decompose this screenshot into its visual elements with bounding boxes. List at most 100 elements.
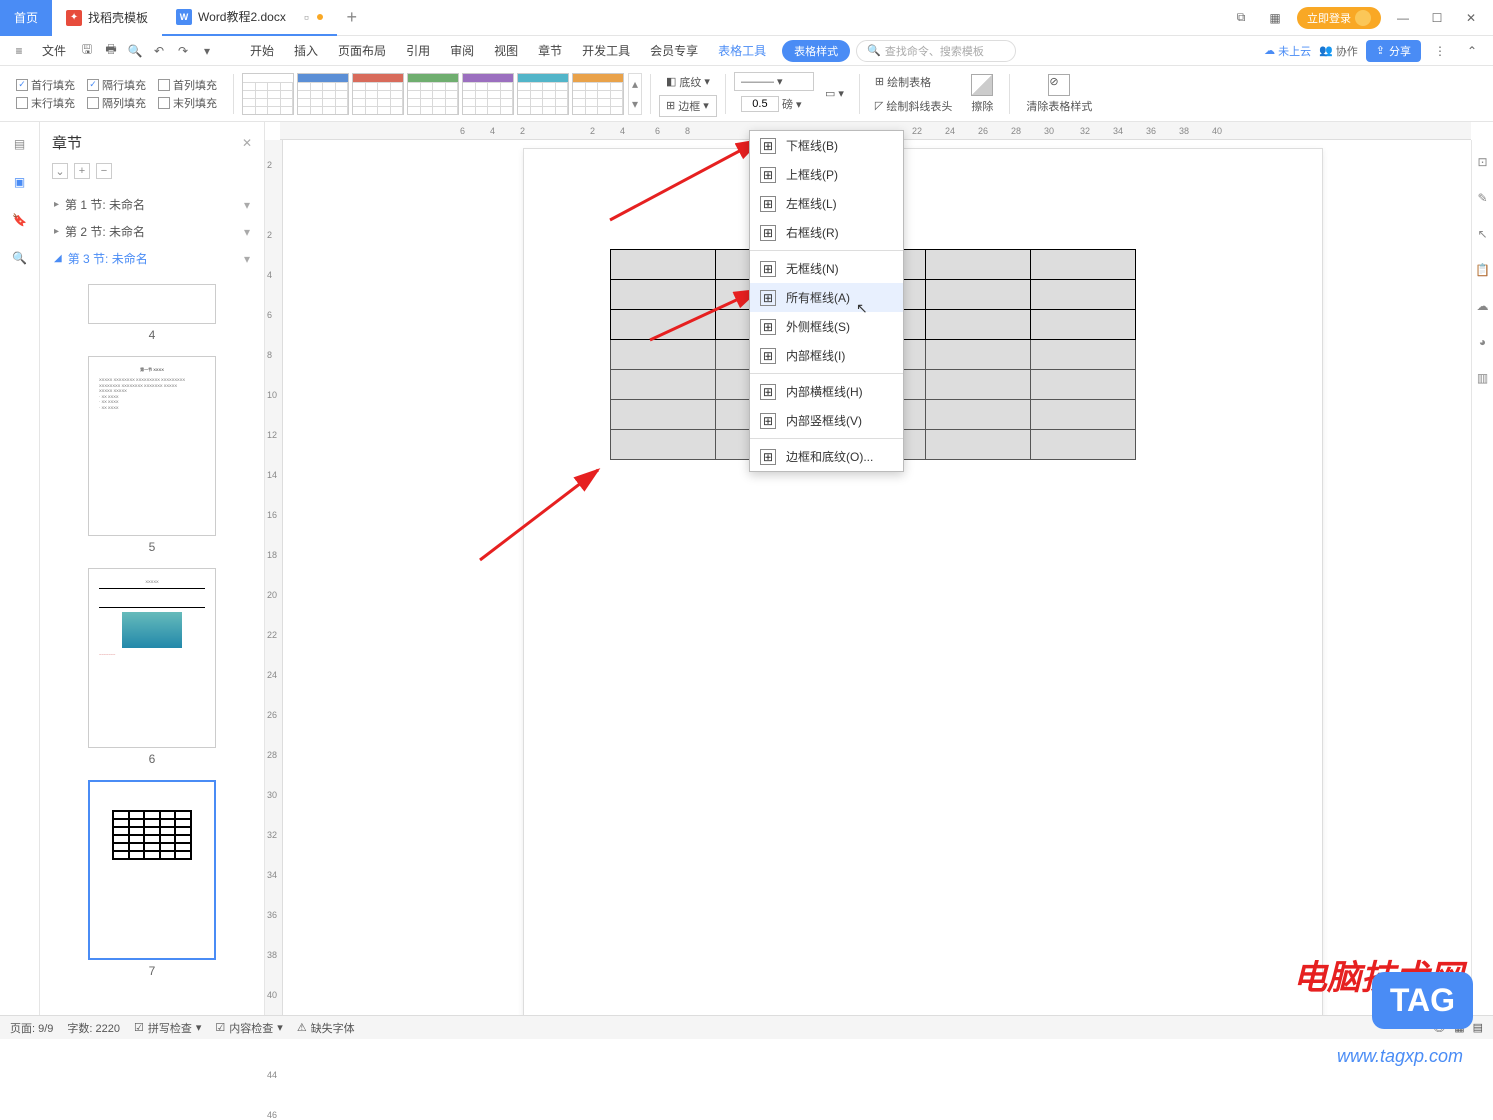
table-style-swatch[interactable]	[462, 73, 514, 115]
border-option-p[interactable]: ⊞上框线(P)	[750, 160, 903, 189]
maximize-button[interactable]: ☐	[1425, 6, 1449, 30]
rail-clipboard-icon[interactable]: 📋	[1473, 260, 1493, 280]
border-option-n[interactable]: ⊞无框线(N)	[750, 254, 903, 283]
tab-template[interactable]: ✦ 找稻壳模板	[52, 0, 162, 36]
line-style-button[interactable]: ——— ▾	[734, 72, 814, 91]
cloud-status[interactable]: ☁ 未上云	[1264, 43, 1311, 59]
panel-add-icon[interactable]: +	[74, 163, 90, 179]
status-font[interactable]: ⚠ 缺失字体	[297, 1020, 355, 1036]
border-option-i[interactable]: ⊞内部框线(I)	[750, 341, 903, 370]
check-first-row[interactable]: 首行填充	[16, 77, 75, 93]
print-icon[interactable]: 🖶	[100, 40, 122, 62]
border-option-r[interactable]: ⊞右框线(R)	[750, 218, 903, 247]
menu-start[interactable]: 开始	[240, 36, 284, 66]
panel-close-icon[interactable]: ✕	[242, 136, 252, 150]
minimize-button[interactable]: —	[1391, 6, 1415, 30]
menu-member[interactable]: 会员专享	[640, 36, 708, 66]
panel-expand-icon[interactable]: ⌄	[52, 163, 68, 179]
clear-style-button[interactable]: ⊘ 清除表格样式	[1018, 72, 1100, 116]
check-alt-col[interactable]: 隔列填充	[87, 95, 146, 111]
border-option-b[interactable]: ⊞下框线(B)	[750, 131, 903, 160]
redo-icon[interactable]: ↷	[172, 40, 194, 62]
menu-icon[interactable]: ≡	[8, 40, 30, 62]
rail-bookmark-icon[interactable]: 🔖	[10, 210, 30, 230]
eraser-button[interactable]: 擦除	[963, 72, 1001, 116]
pen-color-button[interactable]: ▭ ▾	[818, 84, 851, 103]
border-option-v[interactable]: ⊞内部竖框线(V)	[750, 406, 903, 435]
collab-button[interactable]: 👥 协作	[1319, 43, 1358, 59]
tab-document[interactable]: W Word教程2.docx ▫	[162, 0, 337, 36]
table-style-swatch[interactable]	[572, 73, 624, 115]
rail-pen-icon[interactable]: ✎	[1473, 188, 1493, 208]
search-input[interactable]: 🔍 查找命令、搜索模板	[856, 40, 1016, 62]
menu-review[interactable]: 审阅	[440, 36, 484, 66]
border-option-o[interactable]: ⊞边框和底纹(O)...	[750, 442, 903, 471]
menu-reference[interactable]: 引用	[396, 36, 440, 66]
menu-layout[interactable]: 页面布局	[328, 36, 396, 66]
menu-tabletools[interactable]: 表格工具	[708, 36, 776, 66]
shading-button[interactable]: ◧ 底纹 ▾	[659, 71, 717, 93]
border-option-s[interactable]: ⊞外侧框线(S)	[750, 312, 903, 341]
rail-cloud-icon[interactable]: ☁	[1473, 296, 1493, 316]
table-style-swatch[interactable]	[352, 73, 404, 115]
page-thumb[interactable]	[88, 780, 216, 960]
status-spell[interactable]: ☑ 拼写检查 ▾	[134, 1020, 201, 1036]
dropdown-icon[interactable]: ▾	[196, 40, 218, 62]
rail-outline-icon[interactable]: ▤	[10, 134, 30, 154]
status-content[interactable]: ☑ 内容检查 ▾	[215, 1020, 282, 1036]
section-item[interactable]: ▸第 2 节: 未命名▾	[40, 218, 264, 245]
table-style-swatch[interactable]	[407, 73, 459, 115]
collapse-icon[interactable]: ⌃	[1461, 40, 1483, 62]
menu-insert[interactable]: 插入	[284, 36, 328, 66]
draw-diagonal-button[interactable]: ◸ 绘制斜线表头	[868, 95, 959, 117]
rail-layout-icon[interactable]: ▥	[1473, 368, 1493, 388]
section-item[interactable]: ▸第 1 节: 未命名▾	[40, 191, 264, 218]
cursor-icon: ↖	[856, 300, 868, 317]
menu-devtools[interactable]: 开发工具	[572, 36, 640, 66]
tab-menu-icon[interactable]: ▫	[304, 9, 309, 25]
close-button[interactable]: ✕	[1459, 6, 1483, 30]
rail-help-icon[interactable]: ◕	[1473, 332, 1493, 352]
new-tab-button[interactable]: +	[337, 7, 367, 28]
status-page[interactable]: 页面: 9/9	[10, 1020, 53, 1036]
border-button[interactable]: ⊞ 边框 ▾	[659, 95, 717, 117]
view-mode-icon[interactable]: ▤	[1473, 1021, 1483, 1034]
panel-remove-icon[interactable]: −	[96, 163, 112, 179]
menu-chapter[interactable]: 章节	[528, 36, 572, 66]
status-words[interactable]: 字数: 2220	[67, 1020, 120, 1036]
rail-select-icon[interactable]: ↖	[1473, 224, 1493, 244]
share-button[interactable]: ⇪ 分享	[1366, 40, 1421, 62]
page-thumb[interactable]	[88, 284, 216, 324]
page-thumb[interactable]: XXXXX~~~~~~~	[88, 568, 216, 748]
table-style-swatch[interactable]	[242, 73, 294, 115]
section-item[interactable]: ◢第 3 节: 未命名▾	[40, 245, 264, 272]
table-style-swatch[interactable]	[297, 73, 349, 115]
tab-home[interactable]: 首页	[0, 0, 52, 36]
undo-icon[interactable]: ↶	[148, 40, 170, 62]
menu-tablestyle[interactable]: 表格样式	[782, 40, 850, 62]
table-style-swatch[interactable]	[517, 73, 569, 115]
gallery-more-button[interactable]: ▴▾	[628, 73, 642, 115]
menu-view[interactable]: 视图	[484, 36, 528, 66]
border-option-h[interactable]: ⊞内部横框线(H)	[750, 377, 903, 406]
border-option-a[interactable]: ⊞所有框线(A)	[750, 283, 903, 312]
border-option-l[interactable]: ⊞左框线(L)	[750, 189, 903, 218]
menu-file[interactable]: 文件	[32, 36, 76, 66]
layout-icon[interactable]: ⧉	[1229, 6, 1253, 30]
apps-icon[interactable]: ▦	[1263, 6, 1287, 30]
rail-settings-icon[interactable]: ⊡	[1473, 152, 1493, 172]
preview-icon[interactable]: 🔍	[124, 40, 146, 62]
login-button[interactable]: 立即登录	[1297, 7, 1381, 29]
rail-chapter-icon[interactable]: ▣	[10, 172, 30, 192]
more-icon[interactable]: ⋮	[1429, 40, 1451, 62]
vertical-ruler[interactable]: 2246810121416182022242628303234363840424…	[265, 140, 283, 1015]
check-alt-row[interactable]: 隔行填充	[87, 77, 146, 93]
weight-input[interactable]	[741, 96, 779, 112]
check-last-col[interactable]: 末列填充	[158, 95, 217, 111]
check-first-col[interactable]: 首列填充	[158, 77, 217, 93]
page-thumb[interactable]: 第一节 XXXXXXXXX XXXXXXXX XXXXXXXXX XXXXXXX…	[88, 356, 216, 536]
rail-search-icon[interactable]: 🔍	[10, 248, 30, 268]
save-icon[interactable]: 🖫	[76, 40, 98, 62]
check-last-row[interactable]: 末行填充	[16, 95, 75, 111]
draw-table-button[interactable]: ⊞ 绘制表格	[868, 71, 959, 93]
